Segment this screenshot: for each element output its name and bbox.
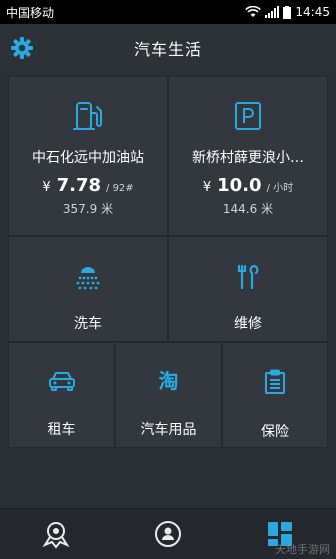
parking-price-unit: / 小时 — [266, 183, 294, 194]
parking-price: 10.0 — [217, 175, 262, 196]
gear-icon[interactable] — [10, 36, 34, 60]
parking-price-row: ¥ 10.0 / 小时 — [203, 175, 293, 196]
currency-symbol: ¥ — [202, 180, 212, 195]
taobao-icon: 淘 — [158, 369, 179, 393]
gas-price-row: ¥ 7.78 / 92# — [42, 175, 133, 196]
parking-distance: 144.6 米 — [222, 202, 274, 216]
car-products-label: 汽车用品 — [140, 422, 197, 438]
gas-price: 7.78 — [56, 175, 102, 196]
fuel-pump-icon — [73, 102, 102, 130]
parking-lot-name: 新桥村薛更浪小… — [192, 150, 304, 166]
car-wash-icon — [76, 267, 100, 290]
clock: 14:45 — [295, 5, 330, 19]
repair-tile[interactable]: 维修 — [168, 236, 328, 342]
insurance-clipboard-icon — [265, 369, 285, 394]
user-profile-icon — [155, 521, 181, 547]
gas-station-distance: 357.9 米 — [62, 202, 114, 216]
car-wash-label: 洗车 — [74, 316, 102, 332]
service-grid: 中石化远中加油站 ¥ 7.78 / 92# 357.9 米 新桥村薛更浪小… ¥… — [8, 76, 328, 500]
watermark: 天地手游网 — [275, 543, 330, 556]
repair-tools-icon — [237, 264, 259, 290]
carrier-label: 中国移动 — [6, 5, 55, 20]
app-header: 汽车生活 — [0, 24, 336, 72]
parking-icon — [235, 102, 261, 130]
car-rental-tile[interactable]: 租车 — [8, 342, 115, 448]
status-icons: 14:45 — [245, 5, 330, 19]
car-rental-label: 租车 — [47, 422, 76, 438]
wifi-icon — [245, 6, 262, 17]
insurance-label: 保险 — [261, 424, 289, 440]
gas-price-unit: / 92# — [106, 183, 134, 194]
status-bar: 中国移动 14:45 — [0, 0, 336, 24]
car-products-tile[interactable]: 淘 汽车用品 — [115, 342, 222, 448]
rental-car-icon — [48, 372, 75, 391]
signal-icon — [265, 6, 280, 18]
parking-card[interactable]: 新桥村薛更浪小… ¥ 10.0 / 小时 144.6 米 — [168, 76, 328, 236]
car-wash-tile[interactable]: 洗车 — [8, 236, 168, 342]
repair-label: 维修 — [234, 316, 262, 332]
battery-icon — [283, 5, 292, 19]
page-title: 汽车生活 — [133, 40, 202, 59]
gas-station-name: 中石化远中加油站 — [32, 150, 144, 166]
map-pin-icon — [42, 522, 70, 549]
currency-symbol: ¥ — [42, 180, 51, 195]
insurance-tile[interactable]: 保险 — [222, 342, 328, 448]
gas-station-card[interactable]: 中石化远中加油站 ¥ 7.78 / 92# 357.9 米 — [8, 76, 168, 236]
nav-profile[interactable] — [112, 509, 224, 559]
nav-map[interactable] — [0, 509, 112, 559]
